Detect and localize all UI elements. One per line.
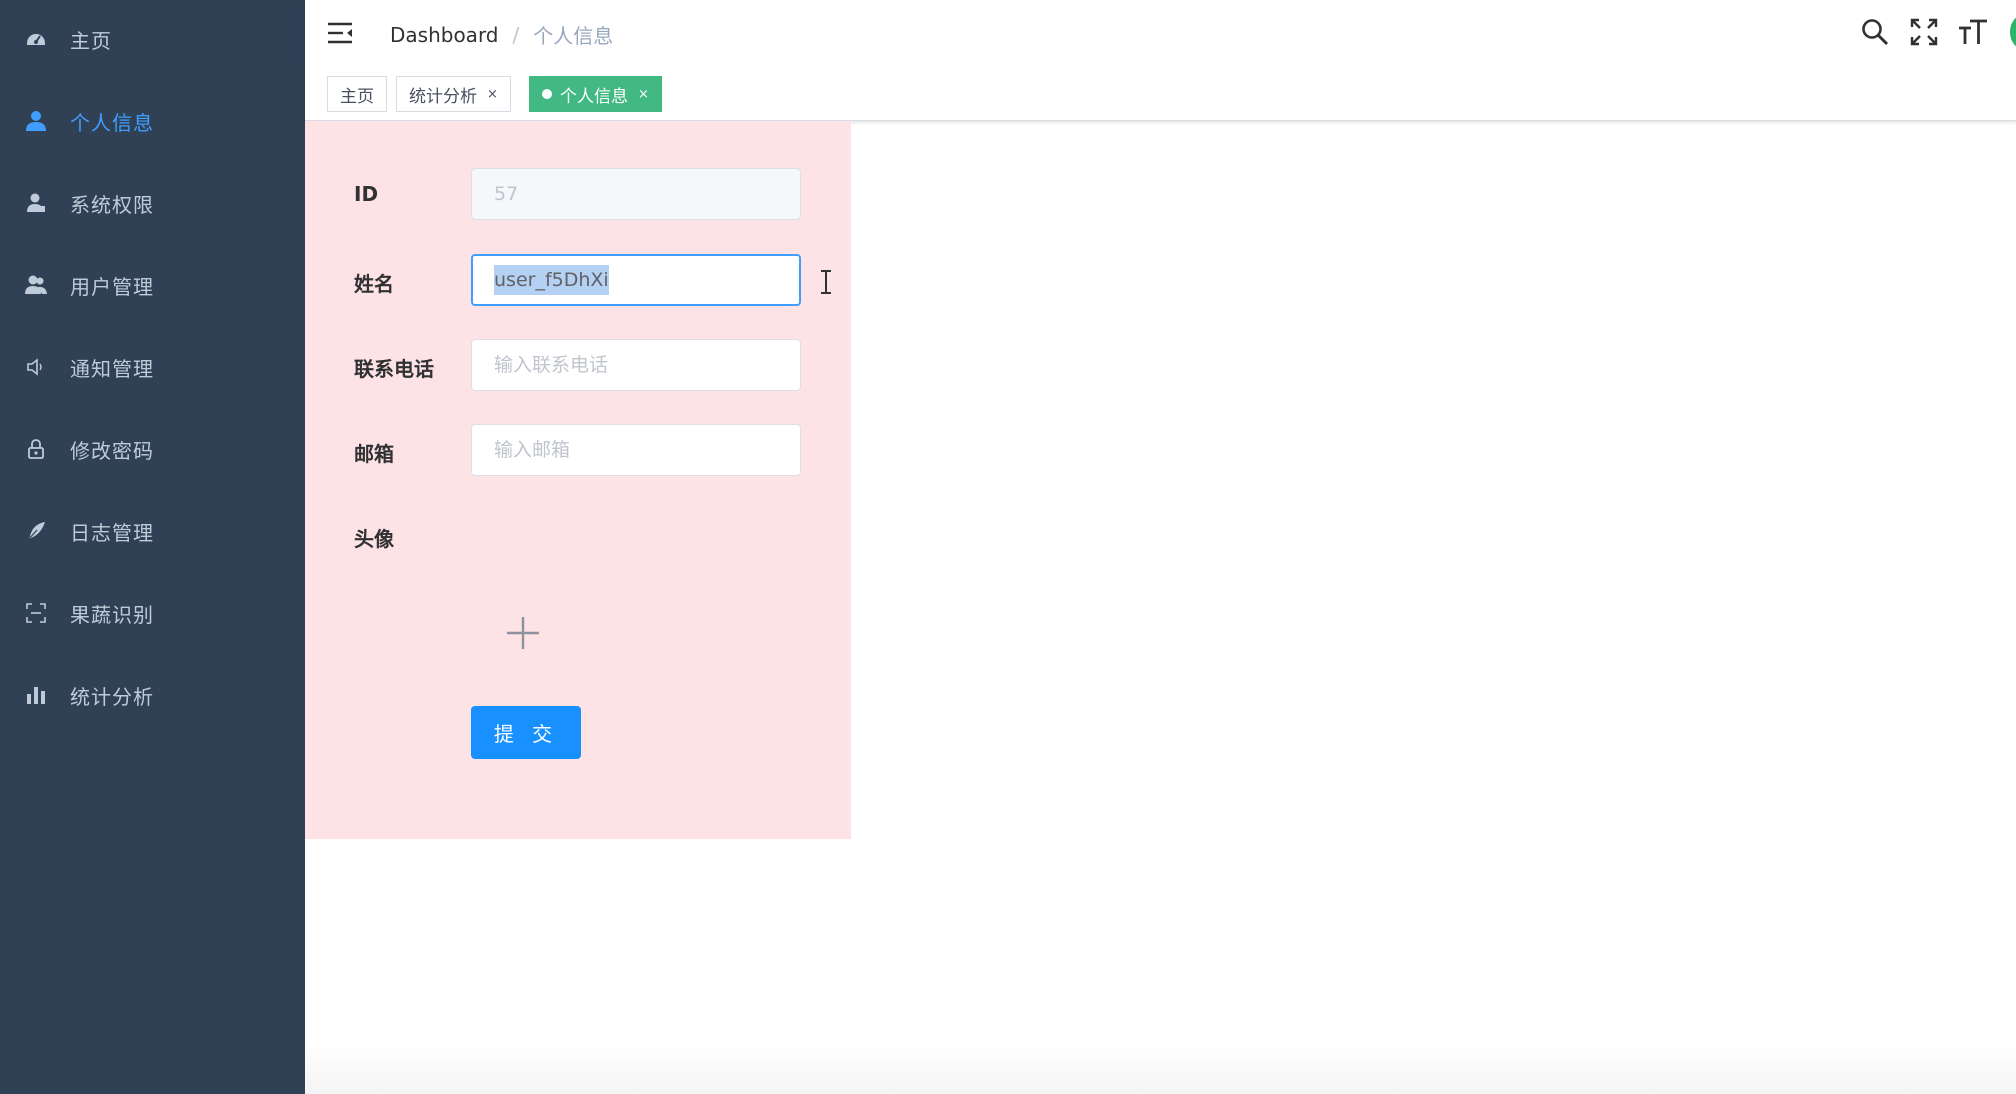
sidebar-item-recognition[interactable]: 果蔬识别 — [0, 572, 305, 654]
id-field — [471, 168, 801, 220]
tag-profile[interactable]: 个人信息 × — [529, 76, 662, 112]
bar-chart-icon — [24, 683, 48, 707]
avatar[interactable] — [2010, 14, 2016, 50]
sidebar-item-notifications[interactable]: 通知管理 — [0, 326, 305, 408]
sidebar-item-home[interactable]: 主页 — [0, 0, 305, 80]
avatar-uploader[interactable] — [501, 611, 545, 655]
name-label: 姓名 — [354, 272, 394, 296]
feather-icon — [24, 519, 48, 543]
sidebar-item-label: 个人信息 — [70, 110, 154, 135]
lock-icon — [24, 437, 48, 461]
bottom-bar — [305, 1040, 2016, 1094]
peoples-icon — [24, 191, 48, 215]
id-label: ID — [354, 182, 379, 206]
font-size-icon[interactable] — [1957, 16, 1989, 48]
fullscreen-icon[interactable] — [1908, 16, 1940, 48]
sidebar-item-label: 用户管理 — [70, 274, 154, 299]
sidebar-item-label: 主页 — [70, 28, 112, 53]
breadcrumb-current: 个人信息 — [533, 24, 614, 48]
sidebar-item-logs[interactable]: 日志管理 — [0, 490, 305, 572]
tag-label: 个人信息 — [560, 86, 628, 107]
app-root: 主页 个人信息 系统权限 用户管理 通知管理 修改密码 日志管理 果蔬识别 统计… — [0, 0, 2016, 1094]
sidebar-item-profile[interactable]: 个人信息 — [0, 80, 305, 162]
sidebar-item-permissions[interactable]: 系统权限 — [0, 162, 305, 244]
sound-icon — [24, 355, 48, 379]
active-dot-icon — [542, 89, 552, 99]
phone-field[interactable] — [471, 339, 801, 391]
profile-form-card: ID 姓名 user_f5DhXi 联系电话 邮箱 头像 提 交 — [305, 121, 851, 839]
tag-label: 主页 — [340, 86, 374, 107]
phone-label: 联系电话 — [354, 357, 434, 381]
close-icon[interactable]: × — [638, 87, 649, 102]
name-field-value: user_f5DhXi — [494, 265, 609, 295]
sidebar-item-label: 果蔬识别 — [70, 602, 154, 627]
search-icon[interactable] — [1859, 16, 1891, 48]
breadcrumb-dashboard[interactable]: Dashboard — [390, 23, 499, 47]
breadcrumb-separator: / — [512, 22, 520, 47]
tag-home[interactable]: 主页 — [327, 76, 387, 112]
sidebar-item-label: 通知管理 — [70, 356, 154, 381]
sidebar-item-label: 修改密码 — [70, 438, 154, 463]
tag-statistics[interactable]: 统计分析 × — [396, 76, 511, 112]
tag-label: 统计分析 — [409, 86, 477, 107]
navbar: Dashboard / 个人信息 — [305, 0, 2016, 66]
hamburger-icon[interactable] — [327, 20, 353, 46]
close-icon[interactable]: × — [487, 87, 498, 102]
dashboard-icon — [24, 27, 48, 51]
users-icon — [24, 273, 48, 297]
sidebar-item-label: 系统权限 — [70, 192, 154, 217]
sidebar-item-users[interactable]: 用户管理 — [0, 244, 305, 326]
plus-icon — [507, 617, 539, 649]
name-field[interactable]: user_f5DhXi — [471, 254, 801, 306]
email-field[interactable] — [471, 424, 801, 476]
sidebar-item-label: 日志管理 — [70, 520, 154, 545]
sidebar: 主页 个人信息 系统权限 用户管理 通知管理 修改密码 日志管理 果蔬识别 统计… — [0, 0, 305, 1094]
sidebar-item-statistics[interactable]: 统计分析 — [0, 654, 305, 736]
avatar-label: 头像 — [354, 527, 394, 551]
breadcrumb: Dashboard / 个人信息 — [390, 20, 613, 49]
text-cursor-icon — [819, 269, 833, 299]
scan-icon — [24, 601, 48, 625]
sidebar-item-label: 统计分析 — [70, 684, 154, 709]
sidebar-item-change-password[interactable]: 修改密码 — [0, 408, 305, 490]
tags-view: 主页 统计分析 × 个人信息 × — [305, 66, 2016, 121]
user-icon — [24, 109, 48, 133]
submit-button[interactable]: 提 交 — [471, 706, 581, 759]
email-label: 邮箱 — [354, 442, 394, 466]
